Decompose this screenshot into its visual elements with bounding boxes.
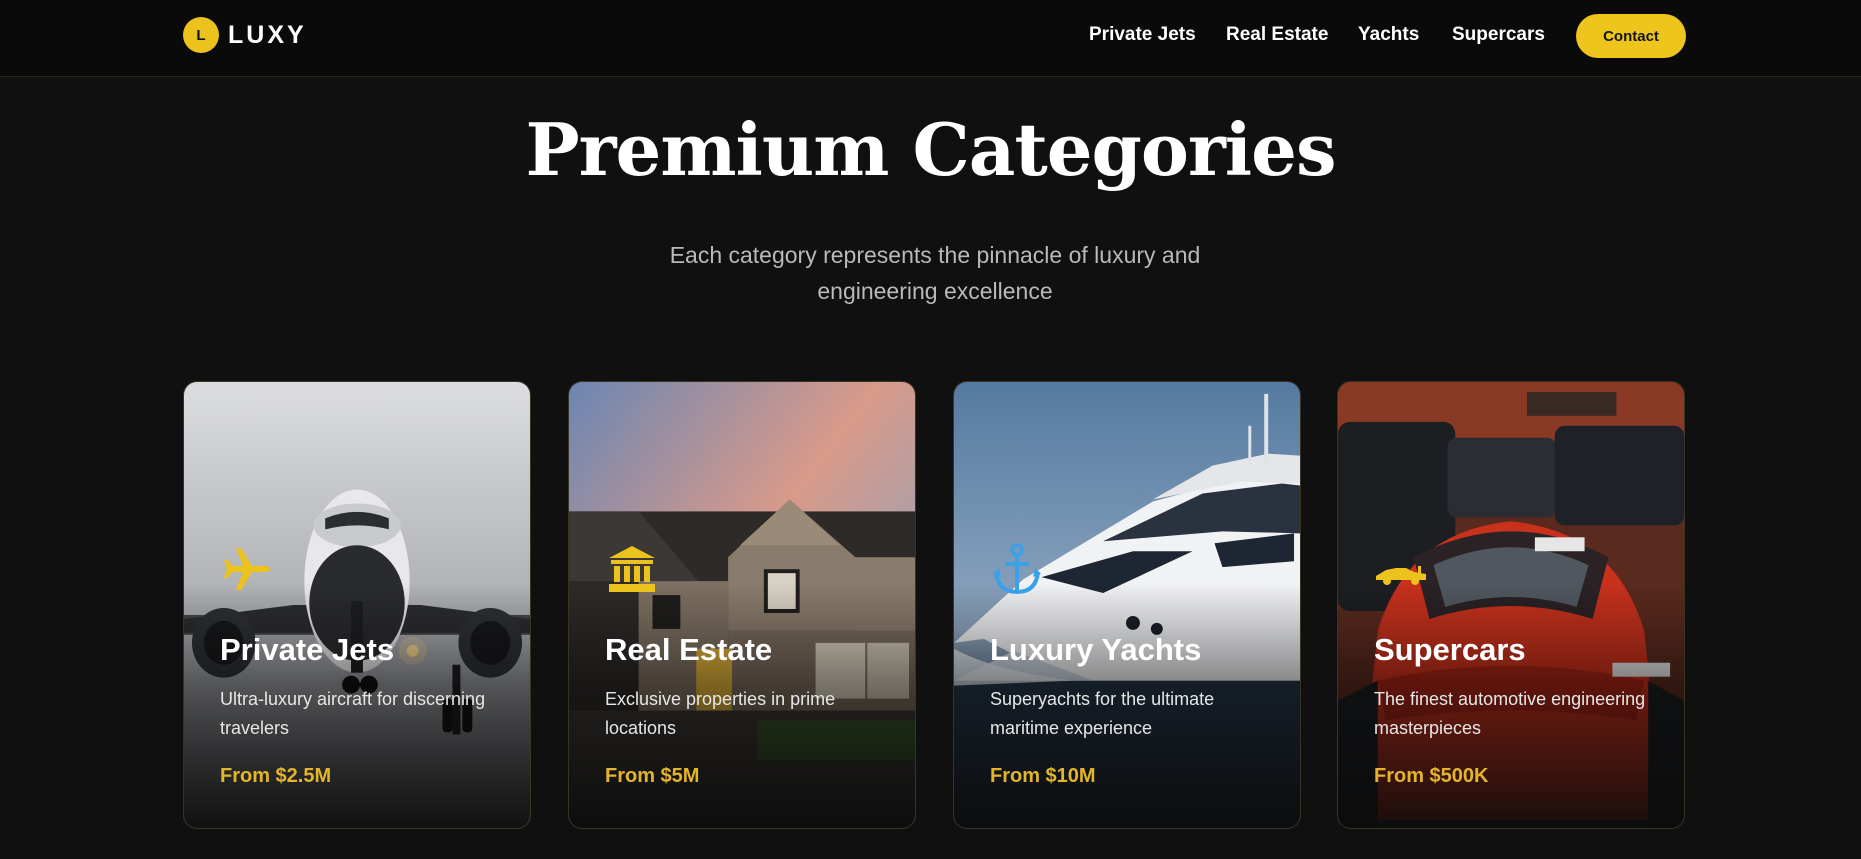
logo-text: LUXY [228,20,307,49]
category-card-luxury-yachts[interactable]: Luxury Yachts Superyachts for the ultima… [953,381,1301,829]
bank-building-icon [609,546,655,592]
category-title: Supercars [1374,632,1526,667]
category-description: The finest automotive engineering master… [1374,689,1646,738]
category-description: Ultra-luxury aircraft for discerning tra… [220,689,486,738]
logo-badge: L [183,17,219,53]
category-card-supercars[interactable]: Supercars The finest automotive engineer… [1337,381,1685,829]
nav-link-private-jets[interactable]: Private Jets [1089,24,1196,46]
category-card-real-estate[interactable]: Real Estate Exclusive properties in prim… [568,381,916,829]
anchor-icon [993,543,1041,595]
category-price: From $5M [605,765,700,787]
page-subtitle: Each category represents the pinnacle of… [669,242,1201,304]
category-description: Exclusive properties in prime locations [605,689,836,738]
category-price: From $500K [1374,765,1489,787]
contact-button[interactable]: Contact [1576,14,1686,58]
race-car-icon [1376,566,1426,585]
page-title: Premium Categories [525,107,1336,192]
category-price: From $2.5M [220,765,332,787]
nav-link-yachts[interactable]: Yachts [1358,24,1419,46]
category-title: Private Jets [220,632,395,667]
nav-link-supercars[interactable]: Supercars [1452,24,1545,46]
category-title: Luxury Yachts [990,632,1202,667]
category-card-private-jets[interactable]: Private Jets Ultra-luxury aircraft for d… [183,381,531,829]
top-navigation-bar: L LUXY Private Jets Real Estate Yachts S… [0,0,1861,77]
category-price: From $10M [990,765,1096,787]
logo[interactable]: L LUXY [183,17,307,53]
category-description: Superyachts for the ultimate maritime ex… [990,689,1215,738]
category-title: Real Estate [605,632,773,667]
airplane-icon [224,548,270,590]
nav-link-real-estate[interactable]: Real Estate [1226,24,1328,46]
